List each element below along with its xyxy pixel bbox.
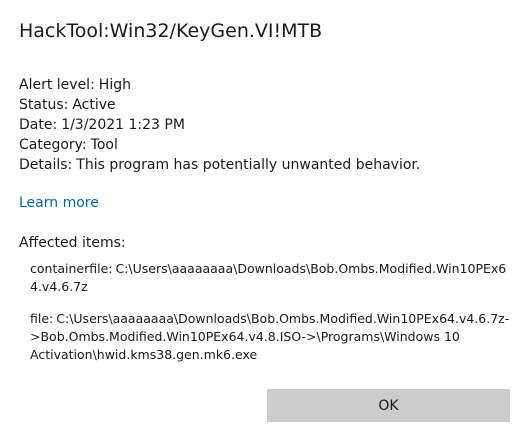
threat-details-list: Alert level: High Status: Active Date: 1/3/…	[19, 75, 420, 175]
detail-date: Date: 1/3/2021 1:23 PM	[19, 115, 420, 135]
learn-more-link[interactable]: Learn more	[19, 193, 99, 213]
threat-name-title: HackTool:Win32/KeyGen.VI!MTB	[19, 20, 323, 42]
detail-label: Category:	[19, 137, 87, 153]
detail-category: Category: Tool	[19, 135, 420, 155]
detail-value: This program has potentially unwanted be…	[76, 157, 421, 173]
detail-value: 1/3/2021 1:23 PM	[61, 117, 185, 133]
detail-value: Active	[72, 97, 116, 113]
detail-value: High	[98, 77, 131, 93]
detail-label: Details:	[19, 157, 73, 173]
affected-item-type: containerfile:	[30, 261, 113, 276]
affected-items-heading: Affected items:	[19, 235, 126, 251]
threat-details-dialog: HackTool:Win32/KeyGen.VI!MTB Alert level…	[0, 0, 531, 441]
affected-item-path: C:\Users\aaaaaaaa\Downloads\Bob.Ombs.Mod…	[30, 311, 510, 362]
affected-item-type: file:	[30, 311, 54, 326]
affected-item: file: C:\Users\aaaaaaaa\Downloads\Bob.Omb…	[30, 310, 510, 364]
affected-items-list: containerfile: C:\Users\aaaaaaaa\Download…	[30, 260, 510, 378]
detail-label: Status:	[19, 97, 69, 113]
detail-status: Status: Active	[19, 95, 420, 115]
detail-value: Tool	[90, 137, 118, 153]
ok-button[interactable]: OK	[267, 389, 510, 422]
detail-label: Alert level:	[19, 77, 95, 93]
detail-label: Date:	[19, 117, 58, 133]
detail-alert-level: Alert level: High	[19, 75, 420, 95]
detail-description: Details: This program has potentially unw…	[19, 155, 420, 175]
affected-item: containerfile: C:\Users\aaaaaaaa\Download…	[30, 260, 510, 296]
